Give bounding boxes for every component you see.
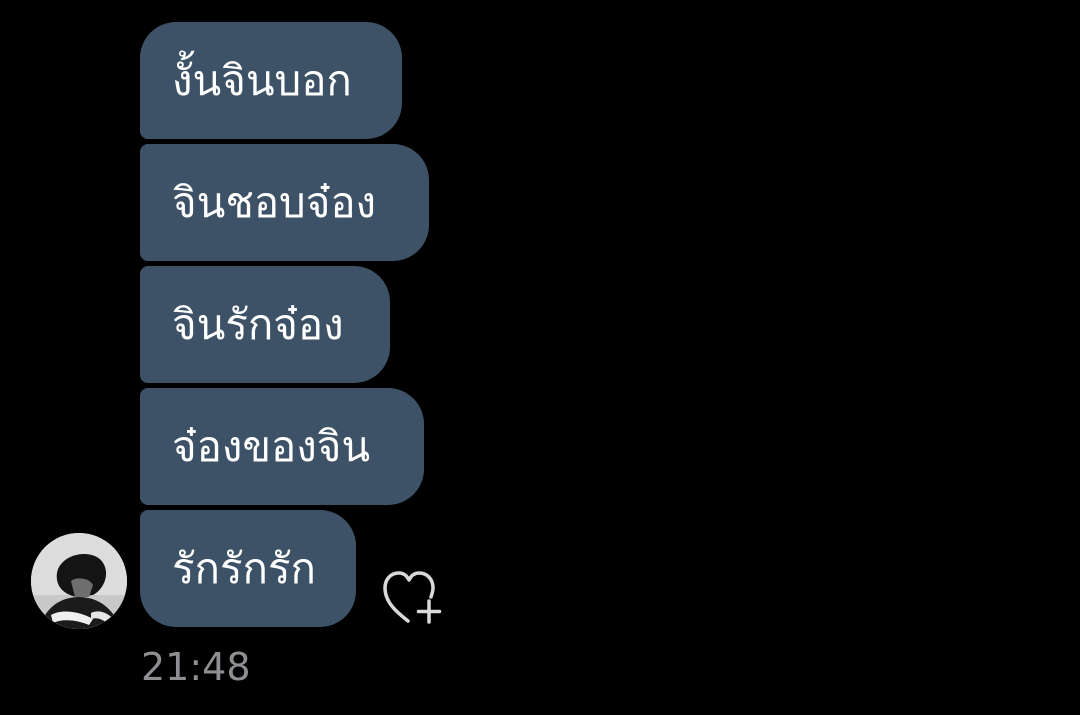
- heart-plus-icon: [383, 571, 442, 624]
- message-text: งั้นจินบอก: [172, 55, 352, 105]
- message-text: รักรักรัก: [172, 543, 316, 593]
- add-reaction-button[interactable]: [378, 566, 446, 628]
- message-bubble[interactable]: งั้นจินบอก: [140, 22, 402, 139]
- avatar[interactable]: [31, 533, 127, 629]
- message-text: จินรักจ๋อง: [172, 299, 344, 349]
- message-timestamp: 21:48: [141, 645, 251, 689]
- message-bubble[interactable]: รักรักรัก: [140, 510, 356, 627]
- message-text: จินชอบจ๋อง: [172, 177, 377, 227]
- avatar-image: [31, 533, 127, 629]
- message-bubble[interactable]: จินชอบจ๋อง: [140, 144, 429, 261]
- message-text: จ๋องของจิน: [172, 421, 371, 471]
- message-thread: งั้นจินบอก จินชอบจ๋อง จินรักจ๋อง จ๋องของ…: [140, 22, 840, 632]
- message-bubble[interactable]: จินรักจ๋อง: [140, 266, 390, 383]
- message-bubble[interactable]: จ๋องของจิน: [140, 388, 424, 505]
